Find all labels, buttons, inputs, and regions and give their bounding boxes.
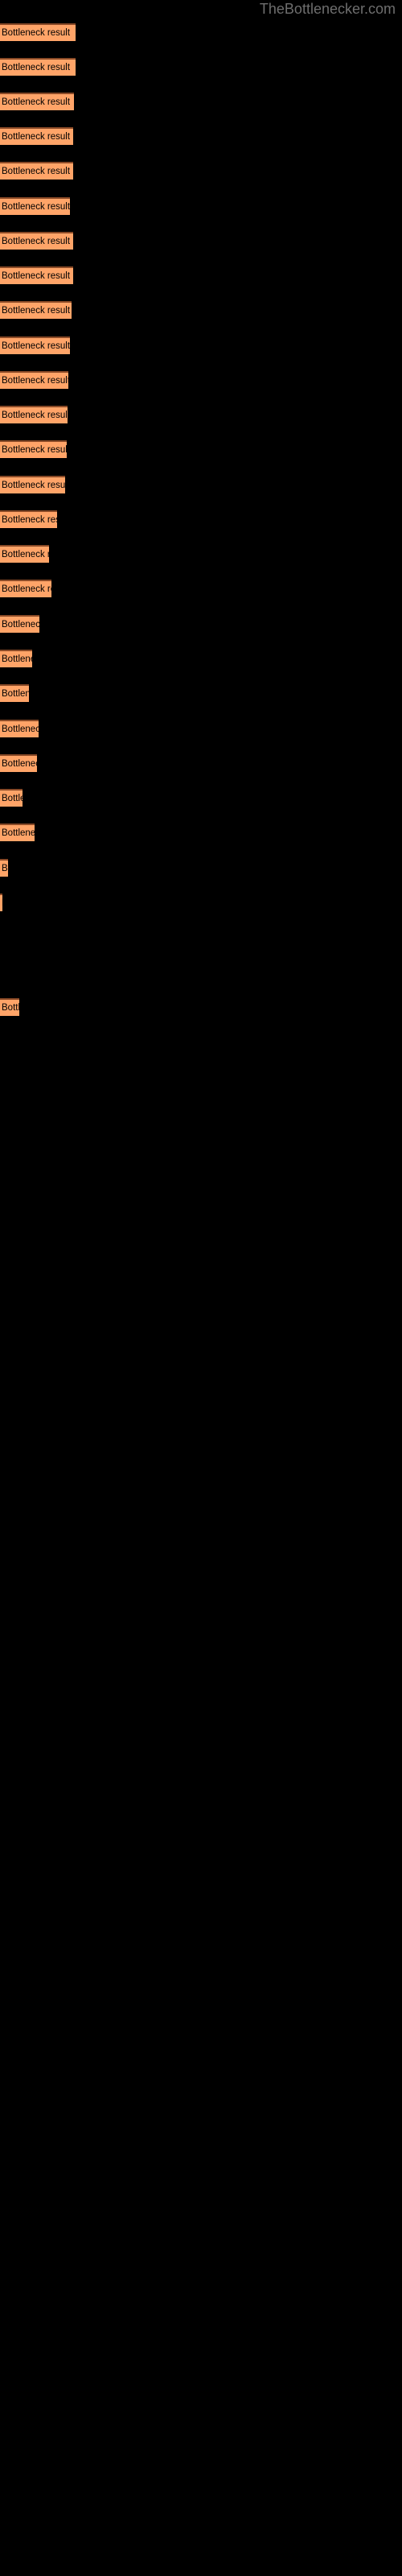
bar-20[interactable]: Bottleneck result [0, 684, 29, 702]
bar-label: Bottleneck result [2, 515, 57, 525]
bar-label: Bottleneck result [2, 376, 68, 386]
bar-label: Bottleneck result [2, 794, 23, 803]
bar-label: Bottleneck result [2, 411, 68, 420]
bar-label: Bottleneck result [2, 481, 65, 490]
bar-27[interactable]: Bottleneck result [0, 998, 19, 1016]
bar-series: Bottleneck result Bottleneck result Bottle… [0, 0, 402, 2576]
bar-3[interactable]: Bottleneck result [0, 93, 74, 110]
bar-label: Bottleneck result [2, 1003, 19, 1013]
bar-chart: TheBottlenecker.com Bottleneck result Bot… [0, 0, 402, 2576]
bar-14[interactable]: Bottleneck result [0, 476, 65, 493]
bar-15[interactable]: Bottleneck result [0, 510, 57, 528]
bar-label: Bottleneck result [2, 759, 37, 769]
bar-22[interactable]: Bottleneck result [0, 754, 37, 772]
bar-label: Bottleneck result [2, 63, 71, 72]
bar-label: Bottleneck result [2, 445, 67, 455]
bar-23[interactable]: Bottleneck result [0, 789, 23, 807]
bar-16[interactable]: Bottleneck result [0, 545, 49, 563]
bar-label: Bottleneck result [2, 97, 71, 107]
bar-label: Bottleneck result [2, 28, 71, 38]
bar-label: Bottleneck result [2, 724, 39, 734]
bar-19[interactable]: Bottleneck result [0, 650, 32, 667]
bar-5[interactable]: Bottleneck result [0, 162, 73, 180]
bar-1[interactable]: Bottleneck result [0, 23, 76, 41]
bar-11[interactable]: Bottleneck result [0, 371, 68, 389]
bar-label: Bottleneck result [2, 828, 35, 838]
bar-24[interactable]: Bottleneck result [0, 824, 35, 841]
bar-label: Bottleneck result [2, 306, 71, 316]
bar-label: Bottleneck result [2, 202, 70, 212]
bar-label: Bottleneck result [2, 341, 70, 351]
bar-label: Bottleneck result [2, 271, 71, 281]
bar-label: Bottleneck result [2, 584, 51, 594]
bar-25[interactable]: Bottleneck result [0, 859, 8, 877]
bar-label: Bottleneck result [2, 237, 71, 246]
bar-label: Bottleneck result [2, 864, 8, 873]
bar-12[interactable]: Bottleneck result [0, 406, 68, 423]
bar-18[interactable]: Bottleneck result [0, 615, 39, 633]
bar-13[interactable]: Bottleneck result [0, 440, 67, 458]
bar-4[interactable]: Bottleneck result [0, 127, 73, 145]
bar-6[interactable]: Bottleneck result [0, 197, 70, 215]
bar-2[interactable]: Bottleneck result [0, 58, 76, 76]
bar-9[interactable]: Bottleneck result [0, 301, 72, 319]
bar-26[interactable]: Bottleneck result [0, 894, 2, 911]
bar-label: Bottleneck result [2, 132, 71, 142]
bar-label: Bottleneck result [2, 654, 32, 664]
bar-7[interactable]: Bottleneck result [0, 232, 73, 250]
bar-10[interactable]: Bottleneck result [0, 336, 70, 354]
bar-label: Bottleneck result [2, 620, 39, 630]
bar-8[interactable]: Bottleneck result [0, 266, 73, 284]
bar-label: Bottleneck result [2, 550, 49, 559]
bar-label: Bottleneck result [2, 689, 29, 699]
bar-17[interactable]: Bottleneck result [0, 580, 51, 597]
bar-label: Bottleneck result [2, 167, 71, 176]
bar-21[interactable]: Bottleneck result [0, 720, 39, 737]
